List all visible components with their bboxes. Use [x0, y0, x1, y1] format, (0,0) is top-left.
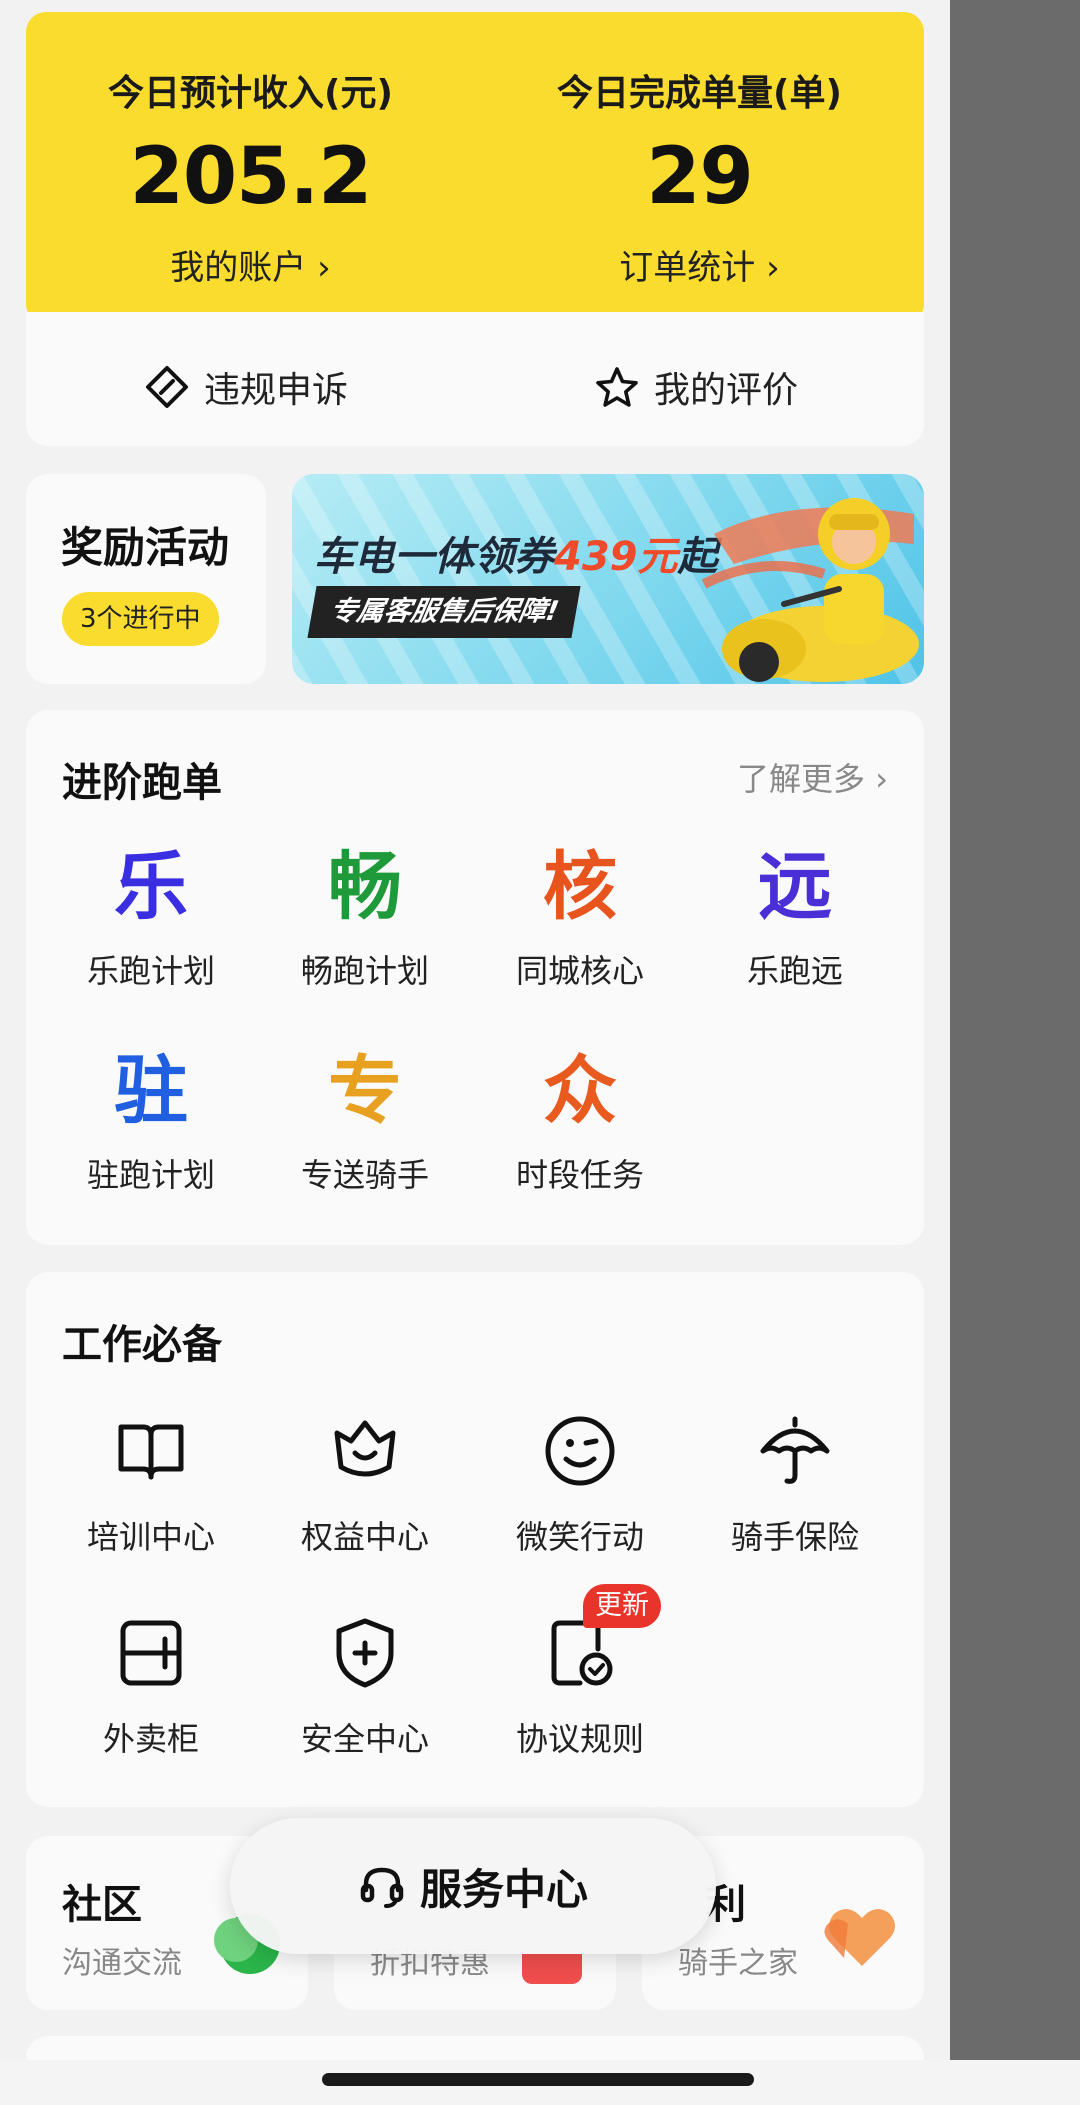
appeal-icon — [144, 364, 190, 410]
tool-item-smile-action[interactable]: 微笑行动 — [475, 1406, 685, 1558]
update-badge: 更新 — [583, 1584, 661, 1628]
orders-column[interactable]: 今日完成单量(单) 29 订单统计 › — [475, 12, 924, 324]
changpao-glyph-icon: 畅 — [328, 844, 402, 930]
heart-icon — [824, 1909, 895, 1966]
plan-item-dedicated-rider[interactable]: 专 专送骑手 — [260, 1046, 470, 1196]
banner-headline-prefix: 车电一体领券 — [314, 534, 554, 580]
time-task-glyph-icon: 众 — [543, 1048, 617, 1134]
banner-headline-price: 439元 — [554, 534, 678, 580]
agreement-icon: 更新 — [475, 1584, 685, 1698]
plan-item-time-task[interactable]: 众 时段任务 — [475, 1046, 685, 1196]
star-icon — [594, 364, 640, 410]
headset-icon — [360, 1867, 404, 1908]
lepao-glyph-icon: 乐 — [114, 844, 188, 930]
cabinet-icon — [46, 1608, 256, 1698]
service-center-button[interactable]: 服务中心 — [230, 1818, 716, 1954]
quick-actions-card: 违规申诉 我的评价 — [26, 312, 924, 446]
city-core-glyph-icon: 核 — [543, 844, 617, 930]
plan-label: 时段任务 — [515, 1156, 644, 1194]
advanced-running-title: 进阶跑单 — [62, 760, 222, 806]
violation-appeal-label: 违规申诉 — [204, 370, 349, 411]
reward-count-badge: 3个进行中 — [62, 592, 219, 646]
tool-item-benefits[interactable]: 权益中心 — [260, 1406, 470, 1558]
tool-item-safety-center[interactable]: 安全中心 — [260, 1608, 470, 1760]
violation-appeal-button[interactable]: 违规申诉 — [144, 362, 348, 412]
discount-tag-icon — [522, 1954, 582, 1984]
plan-label: 专送骑手 — [300, 1156, 429, 1194]
order-stats-link[interactable]: 订单统计 › — [475, 240, 924, 289]
plan-label: 乐跑远 — [746, 952, 843, 990]
plan-label: 同城核心 — [515, 952, 644, 990]
service-center-label: 服务中心 — [419, 1864, 588, 1914]
income-column[interactable]: 今日预计收入(元) 205.2 我的账户 › — [26, 12, 475, 324]
plan-item-changpao[interactable]: 畅 畅跑计划 — [260, 842, 470, 992]
my-account-link[interactable]: 我的账户 › — [26, 240, 475, 289]
crown-icon — [260, 1406, 470, 1496]
tool-label: 微笑行动 — [515, 1518, 644, 1556]
income-value: 205.2 — [129, 132, 373, 222]
tool-item-training[interactable]: 培训中心 — [46, 1406, 256, 1558]
community-title: 社区 — [62, 1882, 142, 1928]
my-rating-label: 我的评价 — [654, 370, 799, 411]
book-icon — [46, 1406, 256, 1496]
tool-label: 安全中心 — [300, 1720, 429, 1758]
smile-icon — [475, 1406, 685, 1496]
umbrella-icon — [690, 1406, 900, 1496]
community-subtitle: 沟通交流 — [62, 1946, 182, 1981]
learn-more-link[interactable]: 了解更多 › — [737, 754, 888, 800]
banner-subline: 专属客服售后保障! — [307, 586, 581, 638]
income-label: 今日预计收入(元) — [108, 73, 393, 114]
banner-headline: 车电一体领券439元起 — [314, 524, 718, 582]
tool-label: 骑手保险 — [730, 1518, 859, 1556]
work-essentials-card: 工作必备 培训中心 权益中心 微笑行动 骑手保险 外卖柜 安全中心 更新 协议规… — [26, 1272, 924, 1807]
advanced-running-card: 进阶跑单 了解更多 › 乐 乐跑计划 畅 畅跑计划 核 同城核心 远 乐跑远 驻… — [26, 710, 924, 1245]
reward-activities-card[interactable]: 奖励活动 3个进行中 — [26, 474, 266, 684]
app-screen: 今日预计收入(元) 205.2 我的账户 › 今日完成单量(单) 29 订单统计… — [0, 0, 950, 2060]
plan-label: 驻跑计划 — [86, 1156, 215, 1194]
tool-item-agreement-rules[interactable]: 更新 协议规则 — [475, 1584, 685, 1760]
shield-icon — [260, 1608, 470, 1698]
plan-item-zhupao[interactable]: 驻 驻跑计划 — [46, 1046, 256, 1196]
tool-label: 外卖柜 — [102, 1720, 199, 1758]
tool-label: 协议规则 — [515, 1720, 644, 1758]
plan-item-lepao-far[interactable]: 远 乐跑远 — [690, 842, 900, 992]
tool-item-locker[interactable]: 外卖柜 — [46, 1608, 256, 1760]
home-indicator[interactable] — [322, 2073, 754, 2086]
next-section-card — [26, 2036, 924, 2060]
plan-label: 畅跑计划 — [300, 952, 429, 990]
tool-label: 培训中心 — [86, 1518, 215, 1556]
welfare-subtitle: 骑手之家 — [678, 1946, 798, 1981]
lepao-far-glyph-icon: 远 — [758, 844, 832, 930]
my-rating-button[interactable]: 我的评价 — [594, 362, 798, 412]
tool-item-rider-insurance[interactable]: 骑手保险 — [690, 1406, 900, 1558]
work-essentials-title: 工作必备 — [62, 1322, 222, 1368]
tool-label: 权益中心 — [300, 1518, 429, 1556]
plan-label: 乐跑计划 — [86, 952, 215, 990]
orders-label: 今日完成单量(单) — [557, 73, 842, 114]
promo-banner[interactable]: 车电一体领券439元起 专属客服售后保障! — [292, 474, 924, 684]
plan-item-lepao[interactable]: 乐 乐跑计划 — [46, 842, 256, 992]
plan-item-city-core[interactable]: 核 同城核心 — [475, 842, 685, 992]
rider-scooter-illustration — [701, 498, 919, 682]
dedicated-glyph-icon: 专 — [328, 1048, 402, 1134]
reward-title: 奖励活动 — [61, 523, 230, 572]
orders-value: 29 — [646, 132, 754, 222]
earnings-summary-card: 今日预计收入(元) 205.2 我的账户 › 今日完成单量(单) 29 订单统计… — [26, 12, 924, 324]
zhupao-glyph-icon: 驻 — [114, 1048, 188, 1134]
background-overlay — [950, 0, 1080, 2060]
